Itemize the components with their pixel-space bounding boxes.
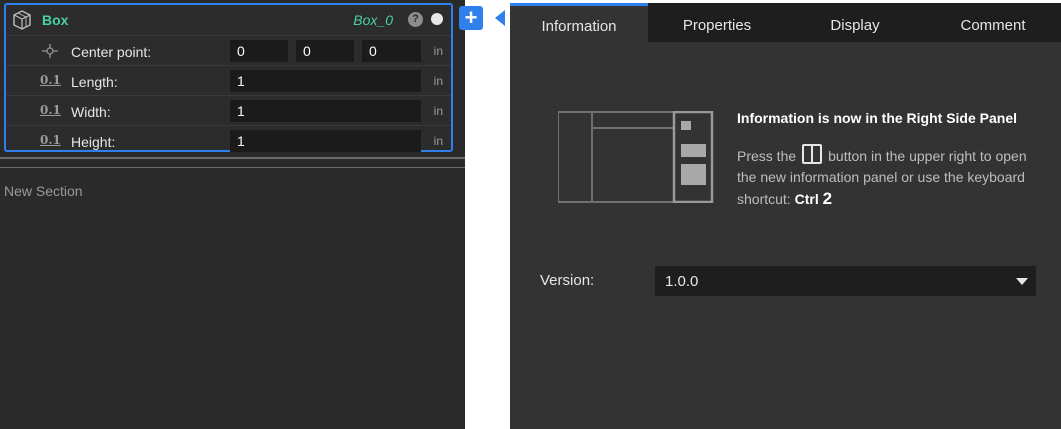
new-section-label[interactable]: New Section bbox=[4, 183, 83, 199]
param-row-height: 0.1 Height: 1 in bbox=[6, 125, 451, 156]
section-divider[interactable] bbox=[0, 157, 465, 159]
param-row-center-point: Center point: 0 0 0 in bbox=[6, 35, 451, 66]
section-divider bbox=[0, 167, 465, 168]
tab-properties[interactable]: Properties bbox=[648, 3, 786, 42]
tab-comment[interactable]: Comment bbox=[924, 3, 1061, 42]
info-heading: Information is now in the Right Side Pan… bbox=[737, 110, 1018, 126]
center-unit: in bbox=[433, 44, 443, 58]
right-panel-toggle-icon bbox=[802, 144, 823, 164]
height-unit: in bbox=[433, 134, 443, 148]
center-z-input[interactable]: 0 bbox=[362, 40, 421, 62]
tab-bar: Information Properties Display Comment bbox=[510, 3, 1061, 42]
info-text: Press the button in the upper right to op… bbox=[737, 144, 1027, 210]
center-x-input[interactable]: 0 bbox=[230, 40, 288, 62]
number-parameter-icon: 0.1 bbox=[40, 73, 61, 87]
height-label: Height: bbox=[71, 134, 116, 150]
version-label: Version: bbox=[540, 272, 595, 289]
status-dot-icon[interactable] bbox=[431, 13, 443, 25]
tab-information[interactable]: Information bbox=[510, 3, 648, 42]
help-icon[interactable]: ? bbox=[408, 12, 423, 27]
number-parameter-icon: 0.1 bbox=[40, 103, 61, 117]
number-parameter-icon: 0.1 bbox=[40, 133, 61, 147]
version-select[interactable]: 1.0.0 bbox=[655, 266, 1036, 296]
add-feature-button[interactable]: + bbox=[459, 6, 483, 30]
shortcut-key: Ctrl bbox=[794, 191, 819, 207]
center-point-label: Center point: bbox=[71, 44, 152, 60]
param-row-width: 0.1 Width: 1 in bbox=[6, 95, 451, 126]
width-unit: in bbox=[433, 104, 443, 118]
right-side-panel: Information Properties Display Comment I… bbox=[510, 3, 1061, 429]
side-panel-illustration-icon bbox=[558, 111, 714, 203]
feature-title: Box bbox=[42, 12, 69, 28]
param-row-length: 0.1 Length: 1 in bbox=[6, 65, 451, 96]
length-label: Length: bbox=[71, 74, 118, 90]
height-input[interactable]: 1 bbox=[230, 130, 421, 152]
width-label: Width: bbox=[71, 104, 111, 120]
chevron-down-icon[interactable] bbox=[1016, 278, 1028, 285]
feature-header[interactable]: Box Box_0 ? bbox=[6, 5, 451, 35]
collapse-panel-arrow-icon[interactable] bbox=[495, 10, 505, 26]
length-unit: in bbox=[433, 74, 443, 88]
width-input[interactable]: 1 bbox=[230, 100, 421, 122]
center-point-icon bbox=[42, 44, 58, 58]
feature-instance-name[interactable]: Box_0 bbox=[353, 12, 393, 28]
box-feature-card: Box Box_0 ? Center point: 0 0 0 in 0.1 L… bbox=[4, 3, 453, 152]
feature-panel: Box Box_0 ? Center point: 0 0 0 in 0.1 L… bbox=[0, 0, 465, 429]
box-icon bbox=[13, 10, 31, 30]
center-y-input[interactable]: 0 bbox=[296, 40, 354, 62]
tab-display[interactable]: Display bbox=[786, 3, 924, 42]
length-input[interactable]: 1 bbox=[230, 70, 421, 92]
version-value: 1.0.0 bbox=[665, 273, 699, 290]
shortcut-number: 2 bbox=[822, 189, 833, 208]
info-text-press: Press the bbox=[737, 148, 797, 164]
